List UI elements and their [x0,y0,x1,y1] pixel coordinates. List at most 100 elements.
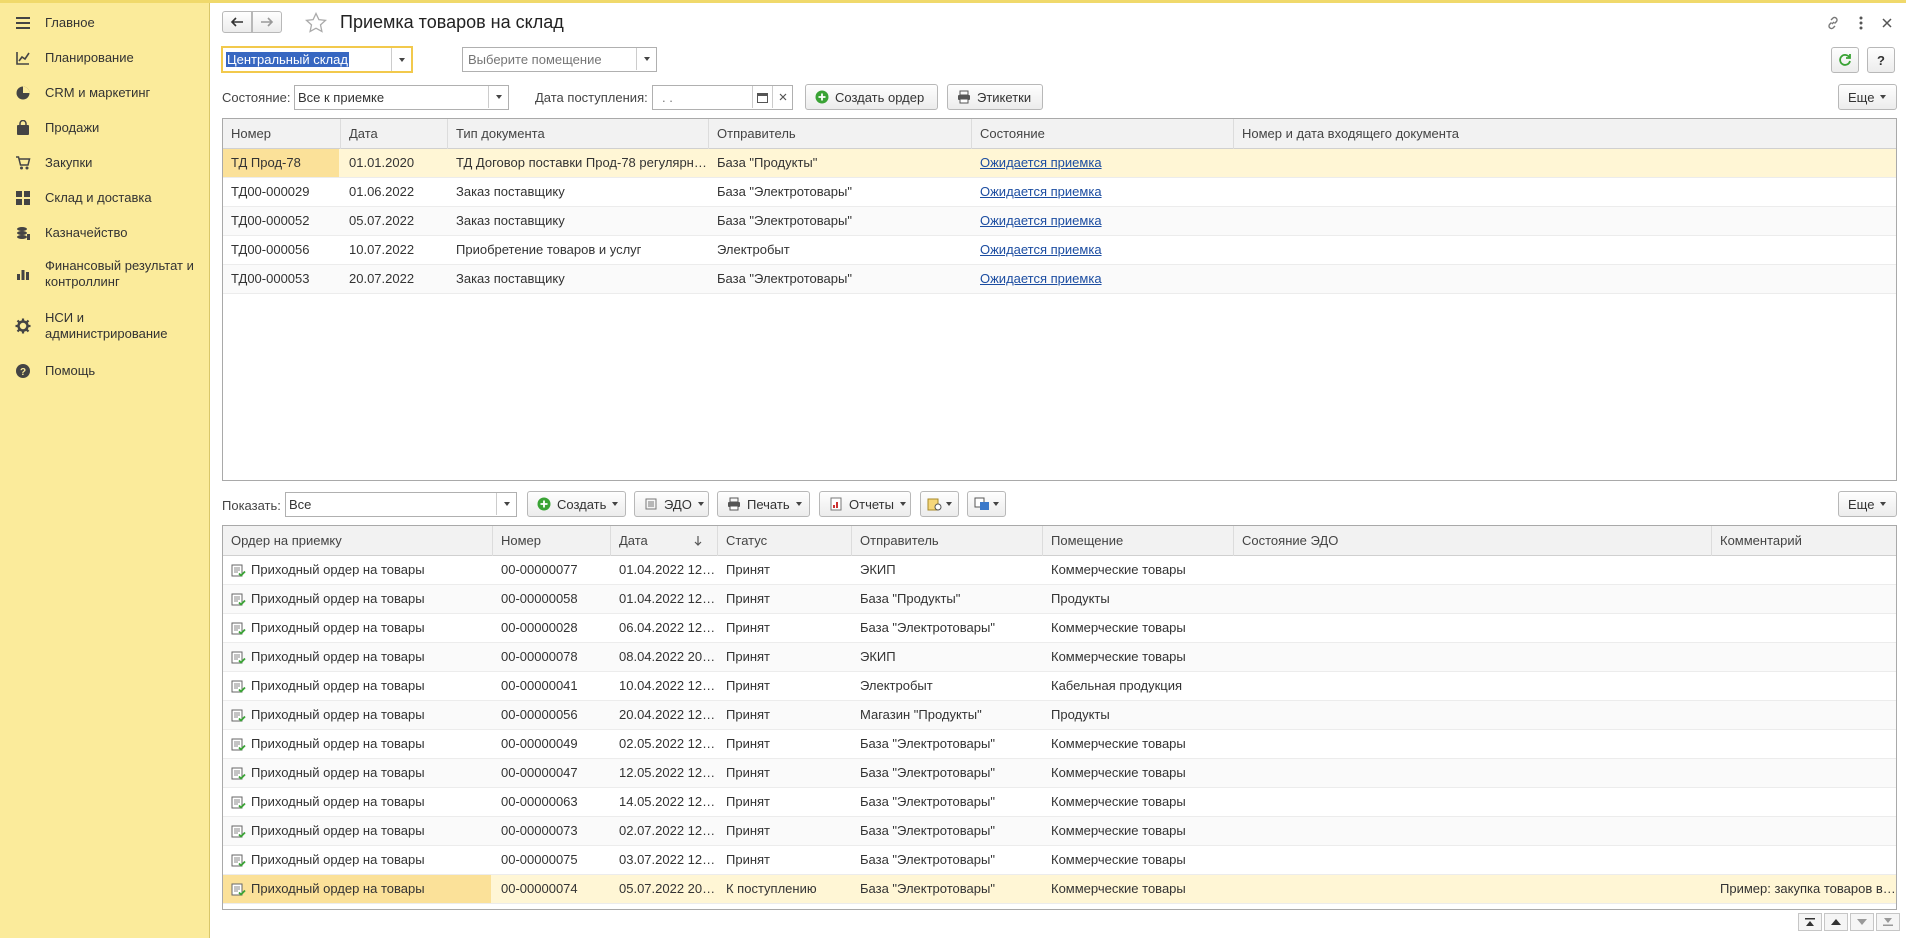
sales-bag-icon [17,120,29,135]
table-row[interactable]: Приходный ордер на товары 00-00000056 20.0… [223,701,1896,730]
arrival-date-field[interactable]: . . [652,85,793,110]
column-header-edo-state[interactable]: Состояние ЭДО [1234,526,1712,556]
sidebar-item-admin[interactable]: НСИ и администрирование [0,309,210,343]
column-header-number[interactable]: Номер [493,526,611,556]
table-row[interactable]: ТД00-000029 01.06.2022 Заказ поставщику … [223,178,1896,207]
column-header-status[interactable]: Статус [718,526,852,556]
calendar-button[interactable] [752,86,772,108]
forward-button[interactable] [252,11,282,33]
room-input[interactable] [466,51,626,68]
sort-desc-arrow-icon[interactable] [693,535,703,547]
column-header-order[interactable]: Ордер на приемку [223,526,493,556]
cell-room: Коммерческие товары [1051,852,1186,867]
table-row[interactable]: Приходный ордер на товары 00-00000073 02.0… [223,817,1896,846]
table-row[interactable]: ТД00-000052 05.07.2022 Заказ поставщику … [223,207,1896,236]
scroll-first-button[interactable] [1798,913,1822,931]
state-link[interactable]: Ожидается приемка [980,242,1102,257]
scroll-down-button[interactable] [1850,913,1874,931]
cell-edo-state [1234,846,1712,874]
table-row[interactable]: Приходный ордер на товары 00-00000047 12.0… [223,759,1896,788]
table-row[interactable]: Приходный ордер на товары 00-00000078 08.0… [223,643,1896,672]
cell-status: Принят [726,736,771,751]
cell-comment [1712,701,1896,729]
state-link[interactable]: Ожидается приемка [980,213,1102,228]
state-dropdown-button[interactable] [488,86,508,108]
sidebar-item-crm[interactable]: CRM и маркетинг [0,83,210,103]
sidebar-item-treasury[interactable]: Казначейство [0,223,210,243]
column-header-state[interactable]: Состояние [972,119,1234,149]
posted-document-icon [231,651,246,664]
cell-edo-state [1234,672,1712,700]
show-dropdown-button[interactable] [496,493,516,515]
scroll-up-button[interactable] [1824,913,1848,931]
help-icon: ? [16,364,30,378]
link-icon[interactable] [1825,15,1841,31]
cell-number: 00-00000041 [501,678,578,693]
column-header-number[interactable]: Номер [223,119,341,149]
table-row[interactable]: ТД00-000056 10.07.2022 Приобретение това… [223,236,1896,265]
posted-document-icon [231,680,246,693]
room-field[interactable] [462,47,657,72]
table-row[interactable]: Приходный ордер на товары 00-00000077 01.0… [223,556,1896,585]
column-header-doc-type[interactable]: Тип документа [448,119,709,149]
column-header-date[interactable]: Дата [341,119,448,149]
sidebar-item-warehouse[interactable]: Склад и доставка [0,188,210,208]
related-documents-button[interactable] [967,491,1006,517]
state-link[interactable]: Ожидается приемка [980,271,1102,286]
sidebar-item-sales[interactable]: Продажи [0,118,210,138]
sidebar-item-planning[interactable]: Планирование [0,48,210,68]
labels-button[interactable]: Этикетки [947,84,1043,110]
state-link[interactable]: Ожидается приемка [980,155,1102,170]
more-button-top[interactable]: Еще [1838,84,1897,110]
warehouse-field[interactable]: Центральный склад [221,46,413,73]
room-dropdown-button[interactable] [636,48,656,70]
reports-button[interactable]: Отчеты [819,491,911,517]
more-label: Еще [1848,496,1875,512]
state-field[interactable]: Все к приемке [294,85,509,110]
attachments-button[interactable] [920,491,959,517]
column-header-comment[interactable]: Комментарий [1712,526,1896,556]
column-header-sender[interactable]: Отправитель [852,526,1043,556]
table-row[interactable]: ТД00-000053 20.07.2022 Заказ поставщику … [223,265,1896,294]
cell-sender: ЭКИП [860,649,896,664]
create-button[interactable]: Создать [527,491,626,517]
column-header-room[interactable]: Помещение [1043,526,1234,556]
chevron-down-icon [1880,95,1887,99]
table-row[interactable]: Приходный ордер на товары 00-00000074 05.0… [223,875,1896,904]
table-row[interactable]: ТД Прод-78 01.01.2020 ТД Договор поставк… [223,149,1896,178]
help-button[interactable]: ? [1867,47,1895,73]
scroll-last-button[interactable] [1876,913,1900,931]
more-button-bottom[interactable]: Еще [1838,491,1897,517]
state-link[interactable]: Ожидается приемка [980,184,1102,199]
close-icon[interactable] [1879,15,1895,31]
table-row[interactable]: Приходный ордер на товары 00-00000028 06.0… [223,614,1896,643]
refresh-button[interactable] [1831,47,1859,73]
state-value: Все к приемке [298,90,385,105]
column-header-sender[interactable]: Отправитель [709,119,972,149]
cell-number: 00-00000028 [501,620,578,635]
table-row[interactable]: Приходный ордер на товары 00-00000041 10.0… [223,672,1896,701]
table-row[interactable]: Приходный ордер на товары 00-00000058 01.0… [223,585,1896,614]
sidebar-item-main[interactable]: Главное [0,13,210,33]
sidebar-item-finance[interactable]: Финансовый результат и контроллинг [0,257,210,291]
show-field[interactable]: Все [285,492,517,517]
sidebar-item-help[interactable]: ? Помощь [0,361,210,381]
order-type-text: Приходный ордер на товары [251,620,425,635]
warehouse-dropdown-button[interactable] [391,48,411,71]
sidebar-item-purchases[interactable]: Закупки [0,153,210,173]
clear-date-button[interactable] [772,86,792,108]
table-row[interactable]: Приходный ордер на товары 00-00000049 02.0… [223,730,1896,759]
back-button[interactable] [222,11,252,33]
create-order-button[interactable]: Создать ордер [805,84,938,110]
table-row[interactable]: Приходный ордер на товары 00-00000075 03.0… [223,846,1896,875]
print-button[interactable]: Печать [717,491,810,517]
cart-icon [16,156,31,170]
cell-edo-state [1234,875,1712,903]
edo-button[interactable]: ЭДО [634,491,709,517]
cell-edo-state [1234,759,1712,787]
column-header-incoming-doc[interactable]: Номер и дата входящего документа [1234,119,1896,149]
more-vertical-icon[interactable] [1853,15,1869,31]
favorite-star-icon[interactable] [305,12,327,34]
cell-date: 10.07.2022 [349,242,415,257]
table-row[interactable]: Приходный ордер на товары 00-00000063 14.0… [223,788,1896,817]
